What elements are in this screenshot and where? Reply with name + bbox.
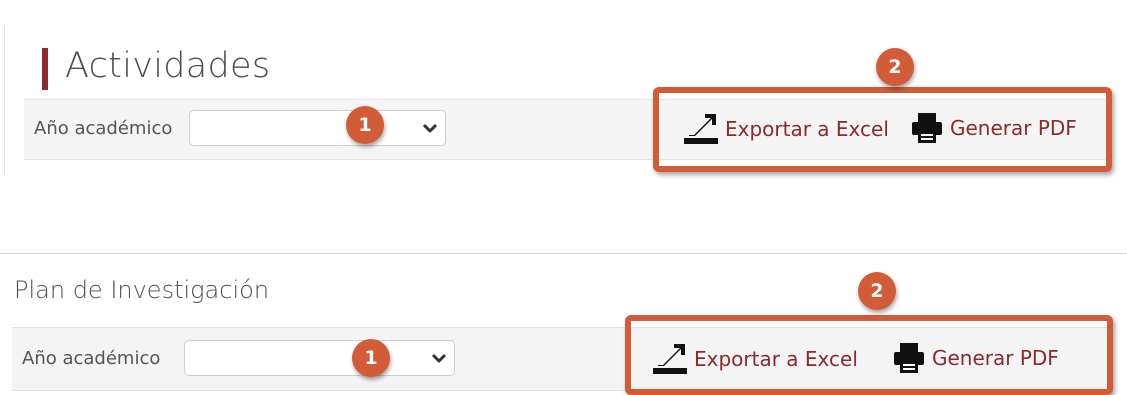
callout-badge-actions: 2 [876,48,914,86]
chevron-down-icon [431,353,447,363]
export-excel-button[interactable]: Exportar a Excel [652,341,858,377]
academic-year-label: Año académico [22,348,161,369]
panel-left-border [4,26,5,174]
generate-pdf-button[interactable]: Generar PDF [892,341,1059,375]
callout-badge-select: 1 [346,106,384,144]
export-excel-label: Exportar a Excel [694,347,858,371]
generate-pdf-label: Generar PDF [950,116,1077,140]
section-title: Plan de Investigación [14,276,270,304]
title-accent-bar [42,48,48,90]
export-excel-label: Exportar a Excel [725,117,889,141]
export-excel-icon [653,344,687,374]
plan-investigacion-panel: Plan de Investigación Año académico 1 2 … [0,253,1127,395]
generate-pdf-button[interactable]: Generar PDF [910,111,1077,145]
page-title: Actividades [65,46,271,86]
callout-badge-actions: 2 [858,272,896,310]
academic-year-select[interactable] [189,110,446,146]
export-excel-icon [684,114,718,144]
generate-pdf-label: Generar PDF [932,346,1059,370]
actividades-panel: Actividades Año académico 1 2 Exportar a… [0,0,1127,175]
export-excel-button[interactable]: Exportar a Excel [683,111,889,147]
academic-year-select[interactable] [184,340,455,376]
printer-icon [912,113,942,143]
callout-badge-select: 1 [352,339,390,377]
academic-year-label: Año académico [34,118,173,139]
printer-icon [894,343,924,373]
chevron-down-icon [422,123,438,133]
